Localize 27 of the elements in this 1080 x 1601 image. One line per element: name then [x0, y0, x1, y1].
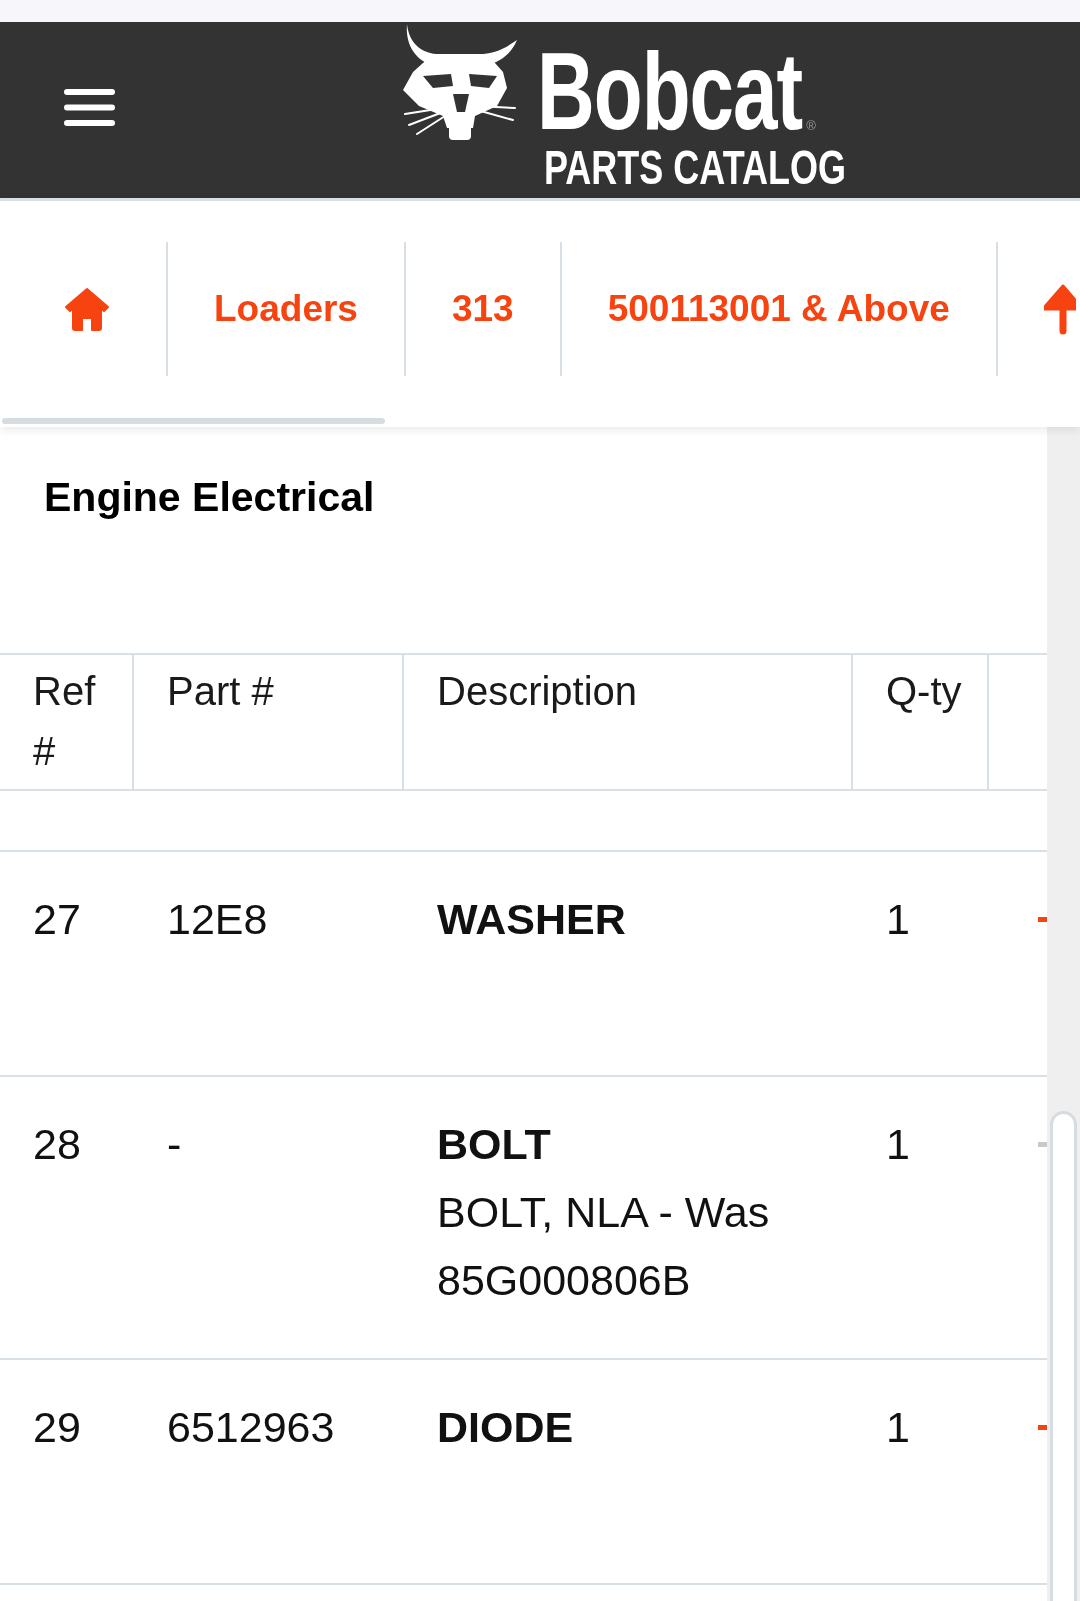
- column-header: Description: [404, 655, 853, 789]
- part-name: BOLT: [437, 1119, 551, 1170]
- table-cell-text: 27: [33, 894, 81, 945]
- breadcrumb-link[interactable]: Loaders: [214, 287, 358, 331]
- section-title: Engine Electrical: [44, 473, 375, 522]
- table-cell-text: 1: [886, 1119, 910, 1170]
- table-cell-text: 29: [33, 1402, 81, 1453]
- table-cell-text: 6512963: [167, 1402, 335, 1453]
- column-header: Q-ty: [853, 655, 989, 789]
- logo-wordmark: Bobcat: [537, 43, 803, 141]
- up-arrow-icon[interactable]: [1043, 283, 1076, 335]
- table-cell-text: -: [167, 1119, 182, 1170]
- table-cell-text: 1: [886, 1402, 910, 1453]
- table-cell-text: 1: [886, 894, 910, 945]
- logo-subtitle: PARTS CATALOG: [544, 146, 846, 190]
- column-header: Part #: [134, 655, 404, 789]
- menu-icon[interactable]: [64, 89, 115, 126]
- table-cell-text: 28: [33, 1119, 81, 1170]
- part-name: DIODE: [437, 1402, 574, 1453]
- home-icon[interactable]: [64, 286, 110, 332]
- breadcrumb-link[interactable]: 500113001 & Above: [607, 287, 950, 331]
- part-name: WASHER: [437, 894, 626, 945]
- table-cell-text: 12E8: [167, 894, 268, 945]
- registered-mark: ®: [806, 119, 816, 133]
- column-header: Ref #: [0, 655, 134, 789]
- breadcrumb-link[interactable]: 313: [451, 287, 514, 331]
- part-note: BOLT, NLA - Was 85G000806B: [437, 1187, 771, 1306]
